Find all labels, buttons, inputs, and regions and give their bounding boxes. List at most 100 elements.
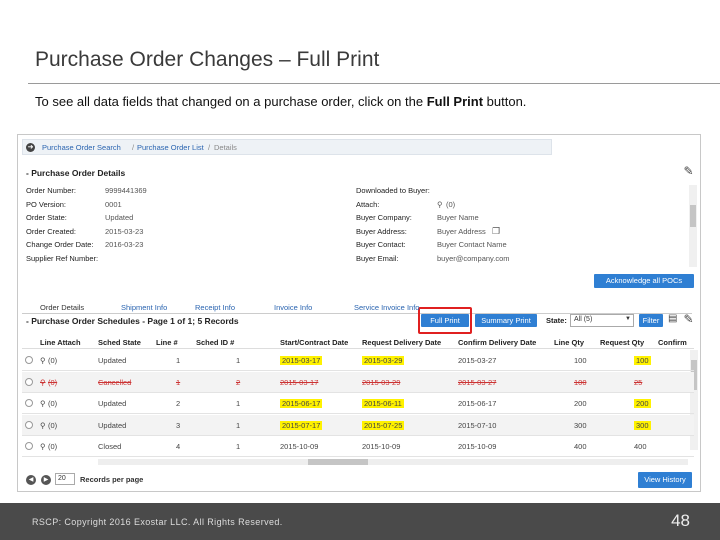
column-header[interactable]: Confirm: [658, 338, 687, 347]
paperclip-icon[interactable]: ⚲: [40, 378, 46, 387]
request-qty: 300: [634, 420, 651, 430]
line-number: 3: [176, 420, 181, 430]
tab-shipment-info[interactable]: Shipment Info: [121, 303, 167, 312]
copyright-text: RSCP: Copyright 2016 Exostar LLC. All Ri…: [32, 517, 283, 527]
column-header[interactable]: Start/Contract Date: [280, 338, 348, 347]
next-page-icon[interactable]: ▶: [41, 475, 51, 485]
horizontal-scrollbar[interactable]: [98, 459, 688, 465]
line-number: 1: [176, 377, 181, 387]
row-radio-button[interactable]: [25, 356, 33, 364]
column-header[interactable]: Line Qty: [554, 338, 584, 347]
slide-title: Purchase Order Changes – Full Print: [35, 48, 380, 71]
start-date: 2015-06-17: [280, 399, 323, 408]
breadcrumb-po-search[interactable]: Purchase Order Search: [42, 143, 121, 152]
sched-state: Updated: [98, 399, 127, 408]
document-icon[interactable]: ▤: [668, 313, 677, 324]
sched-id: 1: [236, 420, 241, 430]
view-history-button[interactable]: View History: [638, 472, 692, 488]
line-attach-count: (0): [48, 420, 58, 430]
chevron-down-icon: ▼: [625, 316, 631, 322]
confirm-delivery-date: 2015-10-09: [458, 442, 497, 451]
start-date: 2015-03-17: [280, 356, 323, 365]
slide-footer: RSCP: Copyright 2016 Exostar LLC. All Ri…: [0, 503, 720, 540]
back-arrow-icon[interactable]: ➜: [26, 143, 35, 152]
breadcrumb-current: Details: [214, 143, 237, 152]
row-radio-button[interactable]: [25, 442, 33, 450]
table-row[interactable]: ⚲ (0) Cancelled 1 2 2015-03-17 2015-03-29 2015-…: [22, 371, 694, 393]
copy-icon[interactable]: ❐: [492, 226, 500, 237]
po-details-heading[interactable]: - Purchase Order Details: [26, 168, 125, 178]
request-delivery-date: 2015-03-29: [362, 356, 405, 365]
confirm-delivery-date: 2015-07-10: [458, 420, 497, 430]
breadcrumb-po-list[interactable]: Purchase Order List: [137, 143, 204, 152]
row-radio-button[interactable]: [25, 399, 33, 407]
full-print-button[interactable]: Full Print: [421, 314, 469, 327]
column-header[interactable]: Request Delivery Date: [362, 338, 441, 347]
line-number: 4: [176, 442, 181, 451]
detail-value: Buyer Address: [437, 226, 486, 236]
column-header[interactable]: Confirm Delivery Date: [458, 338, 536, 347]
edit-icon[interactable]: ✎: [682, 165, 695, 178]
paperclip-icon[interactable]: ⚲: [437, 200, 443, 209]
row-radio-button[interactable]: [25, 377, 33, 386]
table-row[interactable]: ⚲ (0) Updated 1 1 2015-03-17 2015-03-29 2015-03…: [22, 350, 694, 371]
column-header[interactable]: Sched ID #: [196, 338, 234, 347]
row-radio-button[interactable]: [25, 420, 33, 429]
tab-receipt-info[interactable]: Receipt Info: [195, 303, 235, 312]
intro-prefix: To see all data fields that changed on a…: [35, 94, 427, 109]
request-delivery-date: 2015-03-29: [362, 377, 401, 387]
acknowledge-all-button[interactable]: Acknowledge all POCs: [594, 274, 694, 288]
filter-button[interactable]: Filter: [639, 314, 663, 327]
prev-page-icon[interactable]: ◀: [26, 475, 36, 485]
request-qty: 25: [634, 377, 643, 387]
tab-order-details[interactable]: Order Details: [40, 303, 84, 312]
records-per-page-label: Records per page: [80, 475, 144, 484]
detail-value: 2015-03-23: [105, 226, 144, 236]
line-attach-count: (0): [48, 377, 58, 387]
title-divider: [28, 83, 720, 84]
confirm-delivery-date: 2015-03-27: [458, 377, 497, 387]
breadcrumb: ➜ Purchase Order Search / Purchase Order…: [22, 139, 552, 155]
sched-id: 2: [236, 377, 241, 387]
paperclip-icon[interactable]: ⚲: [40, 399, 46, 408]
request-delivery-date: 2015-10-09: [362, 442, 401, 451]
detail-value: 9999441369: [105, 186, 147, 195]
sched-id: 1: [236, 356, 241, 365]
detail-label: Downloaded to Buyer:: [356, 186, 430, 195]
column-header[interactable]: Request Qty: [600, 338, 644, 347]
details-scrollbar[interactable]: [689, 185, 697, 267]
table-row[interactable]: ⚲ (0) Updated 3 1 2015-07-17 2015-07-25 2015-07…: [22, 414, 694, 436]
state-select[interactable]: All (5) ▼: [570, 314, 634, 327]
line-qty: 200: [574, 399, 587, 408]
paperclip-icon[interactable]: ⚲: [40, 442, 46, 451]
schedules-heading[interactable]: - Purchase Order Schedules - Page 1 of 1…: [26, 316, 239, 326]
table-row[interactable]: ⚲ (0) Updated 2 1 2015-06-17 2015-06-11 2015-06…: [22, 393, 694, 414]
summary-print-button[interactable]: Summary Print: [475, 314, 537, 327]
paperclip-icon[interactable]: ⚲: [40, 421, 46, 430]
records-per-page-select[interactable]: 20: [55, 473, 75, 485]
detail-value: Updated: [105, 213, 134, 223]
request-qty: 100: [634, 356, 651, 365]
detail-label: Supplier Ref Number:: [26, 254, 99, 263]
confirm-delivery-date: 2015-06-17: [458, 399, 497, 408]
column-header[interactable]: Sched State: [98, 338, 141, 347]
intro-suffix: button.: [483, 94, 527, 109]
intro-text: To see all data fields that changed on a…: [35, 94, 526, 109]
column-header[interactable]: Line #: [156, 338, 178, 347]
detail-label: Order State:: [26, 213, 67, 223]
column-header[interactable]: Line Attach: [40, 338, 81, 347]
detail-value[interactable]: (0): [446, 200, 455, 209]
detail-value: 0001: [105, 199, 122, 209]
tab-invoice-info[interactable]: Invoice Info: [274, 303, 312, 312]
tab-service-invoice-info[interactable]: Service Invoice Info: [354, 303, 419, 312]
edit-icon[interactable]: ✎: [682, 313, 695, 326]
table-row[interactable]: ⚲ (0) Closed 4 1 2015-10-09 2015-10-09 2015-10-…: [22, 436, 694, 457]
line-qty: 300: [574, 420, 587, 430]
detail-label: Buyer Email:: [356, 254, 399, 263]
detail-label: Order Number:: [26, 186, 77, 195]
breadcrumb-separator: /: [132, 143, 135, 152]
paperclip-icon[interactable]: ⚲: [40, 356, 46, 365]
slide: Purchase Order Changes – Full Print To s…: [0, 0, 720, 540]
request-qty: 400: [634, 442, 647, 451]
confirm-delivery-date: 2015-03-27: [458, 356, 497, 365]
